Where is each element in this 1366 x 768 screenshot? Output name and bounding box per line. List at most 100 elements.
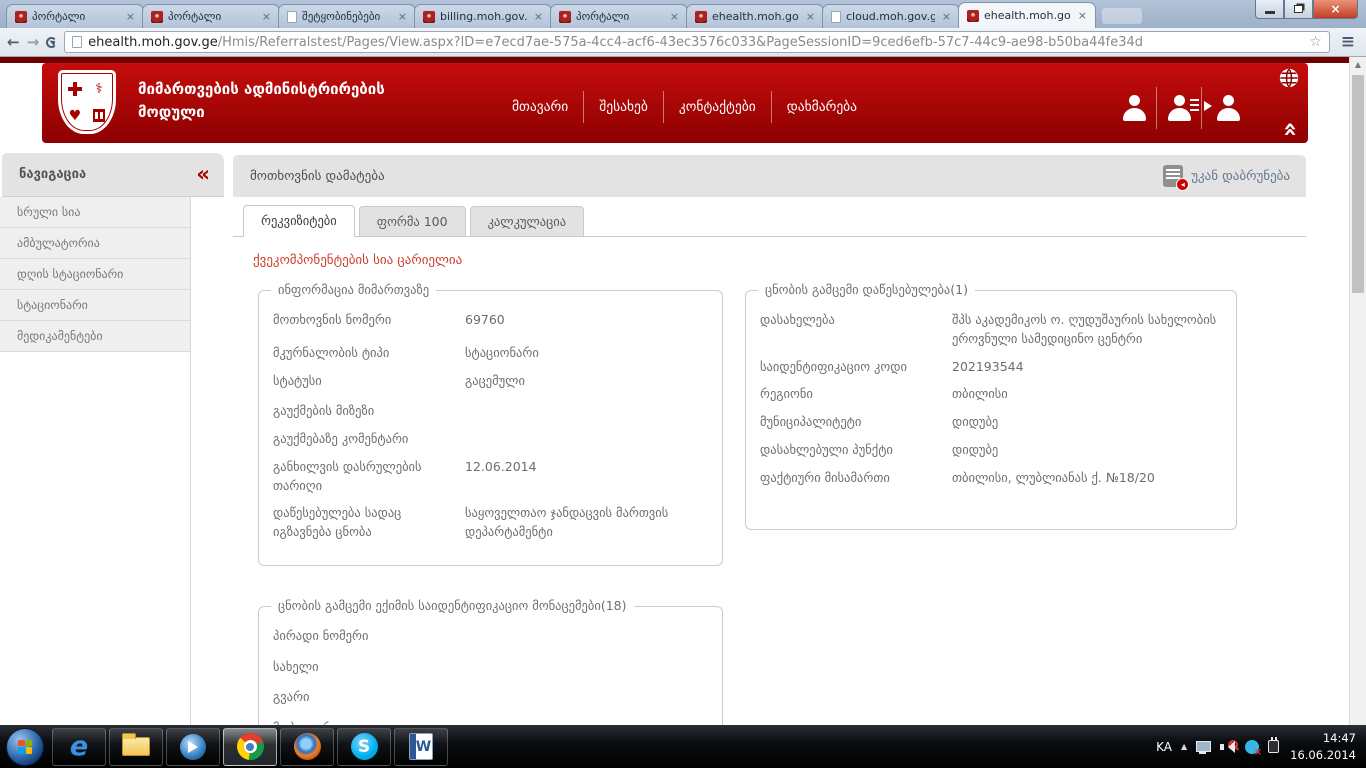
bookmark-star-icon[interactable]: ☆ (1309, 34, 1322, 50)
restore-button[interactable] (1284, 0, 1313, 19)
right-column: ცნობის გამცემი დაწესებულება(1) დასახელებ… (745, 290, 1237, 530)
tab-close-icon[interactable]: × (1076, 9, 1089, 22)
scrollbar-thumb[interactable] (1352, 75, 1364, 293)
taskbar-internet-explorer[interactable]: e (52, 728, 106, 766)
nav-item-help[interactable]: დახმარება (771, 91, 872, 123)
field-value: თბილისი (952, 385, 1220, 404)
fieldset-issuing-institution: ცნობის გამცემი დაწესებულება(1) დასახელებ… (745, 290, 1237, 530)
taskbar-skype[interactable]: S (337, 728, 391, 766)
tab-requisites[interactable]: რეკვიზიტები (243, 205, 355, 237)
field-row: განხილვის დასრულების თარიღი 12.06.2014 (273, 458, 706, 496)
nav-item-contacts[interactable]: კონტაქტები (663, 91, 771, 123)
taskbar-media-player[interactable] (166, 728, 220, 766)
tab-calculation[interactable]: კალკულაცია (470, 206, 585, 236)
field-row: ფაქტიური მისამართი თბილისი, ლუბლიანას ქ.… (760, 469, 1220, 488)
taskbar-word[interactable]: W (394, 728, 448, 766)
tab-close-icon[interactable]: × (260, 10, 273, 23)
start-button[interactable] (6, 728, 44, 766)
taskbar-chrome[interactable] (223, 728, 277, 766)
logout-button[interactable] (1201, 87, 1246, 129)
skype-offline-icon[interactable] (1245, 740, 1259, 754)
clock-date: 16.06.2014 (1290, 747, 1356, 764)
moh-favicon-icon (695, 11, 707, 23)
tab-close-icon[interactable]: × (396, 10, 409, 23)
list-lines-icon (1190, 99, 1199, 111)
tray-expand-icon[interactable]: ▲ (1181, 742, 1187, 751)
tab-close-icon[interactable]: × (668, 10, 681, 23)
user-icon (1215, 95, 1241, 121)
tab-close-icon[interactable]: × (532, 10, 545, 23)
site-title-line1: მიმართვების ადმინისტრირების (138, 78, 385, 101)
fieldset-legend: ინფორმაცია მიმართვაზე (271, 282, 436, 297)
browser-tab[interactable]: ehealth.moh.gov. × (686, 4, 824, 28)
profile-button[interactable] (1111, 87, 1156, 129)
field-value: დიდუბე (952, 441, 1220, 460)
site-title: მიმართვების ადმინისტრირების მოდული (138, 78, 385, 125)
field-label: გვარი (273, 688, 465, 707)
taskbar-clock[interactable]: 14:47 16.06.2014 (1290, 730, 1356, 763)
sidebar-item-day-hospital[interactable]: დღის სტაციონარი (0, 259, 190, 290)
scrollbar-up-icon[interactable]: ▲ (1350, 57, 1366, 74)
sidebar-item-hospital[interactable]: სტაციონარი (0, 290, 190, 321)
new-tab-button[interactable] (1102, 8, 1142, 24)
user-list-button[interactable] (1156, 87, 1201, 129)
page-favicon-icon (831, 11, 841, 23)
browser-tab[interactable]: პორტალი × (142, 4, 280, 28)
taskbar: e S W KA ▲ 14:47 16.06.2014 (0, 725, 1366, 768)
browser-tab[interactable]: პორტალი × (6, 4, 144, 28)
browser-tab[interactable]: შეტყობინებები × (278, 4, 416, 28)
moh-favicon-icon (15, 11, 27, 23)
field-label: გაუქმებაზე კომენტარი (273, 430, 465, 449)
chrome-icon (237, 733, 264, 760)
page-scrollbar[interactable]: ▲ (1349, 57, 1366, 725)
language-globe-icon[interactable] (1278, 67, 1300, 93)
firefox-icon (294, 733, 321, 760)
language-indicator[interactable]: KA (1156, 740, 1172, 754)
close-button[interactable]: × (1313, 0, 1358, 19)
network-icon[interactable] (1196, 741, 1211, 753)
back-return-button[interactable]: ◂ უკან დაბრუნება (1163, 165, 1306, 187)
tab-close-icon[interactable]: × (124, 10, 137, 23)
tab-label: ehealth.moh.gov. (984, 9, 1071, 22)
browser-tab[interactable]: პორტალი × (550, 4, 688, 28)
field-value: 12.06.2014 (465, 458, 706, 496)
power-plug-icon[interactable] (1268, 740, 1279, 753)
page-title: მოთხოვნის დამატება (233, 169, 1163, 184)
field-value: დიდუბე (952, 413, 1220, 432)
tab-close-icon[interactable]: × (804, 10, 817, 23)
taskbar-firefox[interactable] (280, 728, 334, 766)
minimize-button[interactable] (1255, 0, 1284, 19)
browser-tab-active[interactable]: ehealth.moh.gov. × (958, 2, 1096, 28)
fieldset-legend: ცნობის გამცემი ექიმის საიდენტიფიკაციო მო… (271, 598, 634, 613)
sidebar-collapse-icon[interactable]: « (196, 164, 224, 185)
tab-form-100[interactable]: ფორმა 100 (359, 206, 466, 236)
forward-button[interactable]: → (27, 35, 40, 50)
field-label: საიდენტიფიკაციო კოდი (760, 358, 952, 377)
url-text[interactable]: ehealth.moh.gov.ge/Hmis/Referralstest/Pa… (88, 35, 1143, 50)
page-favicon-icon (72, 36, 82, 48)
address-bar[interactable]: ehealth.moh.gov.ge/Hmis/Referralstest/Pa… (64, 31, 1330, 53)
reload-button[interactable] (46, 37, 57, 48)
back-button[interactable]: ← (7, 35, 20, 50)
media-player-icon (180, 734, 206, 760)
nav-item-home[interactable]: მთავარი (497, 91, 583, 123)
collapse-header-icon[interactable]: « (1277, 122, 1306, 136)
browser-tab[interactable]: cloud.moh.gov.ge × (822, 4, 960, 28)
browser-menu-icon[interactable]: ≡ (1337, 32, 1359, 52)
minimize-icon (1265, 11, 1275, 14)
nav-item-about[interactable]: შესახებ (583, 91, 663, 123)
sidebar-item-ambulatory[interactable]: ამბულატორია (0, 228, 190, 259)
field-value: გაცემული (465, 372, 706, 391)
tab-close-icon[interactable]: × (940, 10, 953, 23)
sidebar-item-medications[interactable]: მედიკამენტები (0, 321, 190, 352)
caduceus-icon: ⚕ (95, 82, 103, 96)
close-icon: × (1330, 2, 1340, 16)
sidebar-item-full-list[interactable]: სრული სია (0, 197, 190, 228)
tab-label: პორტალი (168, 10, 255, 23)
site-nav: მთავარი შესახებ კონტაქტები დახმარება (497, 91, 872, 123)
field-row: სახელი (273, 658, 706, 677)
volume-muted-icon[interactable] (1220, 740, 1236, 754)
skype-icon: S (351, 733, 378, 760)
taskbar-file-explorer[interactable] (109, 728, 163, 766)
browser-tab[interactable]: billing.moh.gov.g × (414, 4, 552, 28)
